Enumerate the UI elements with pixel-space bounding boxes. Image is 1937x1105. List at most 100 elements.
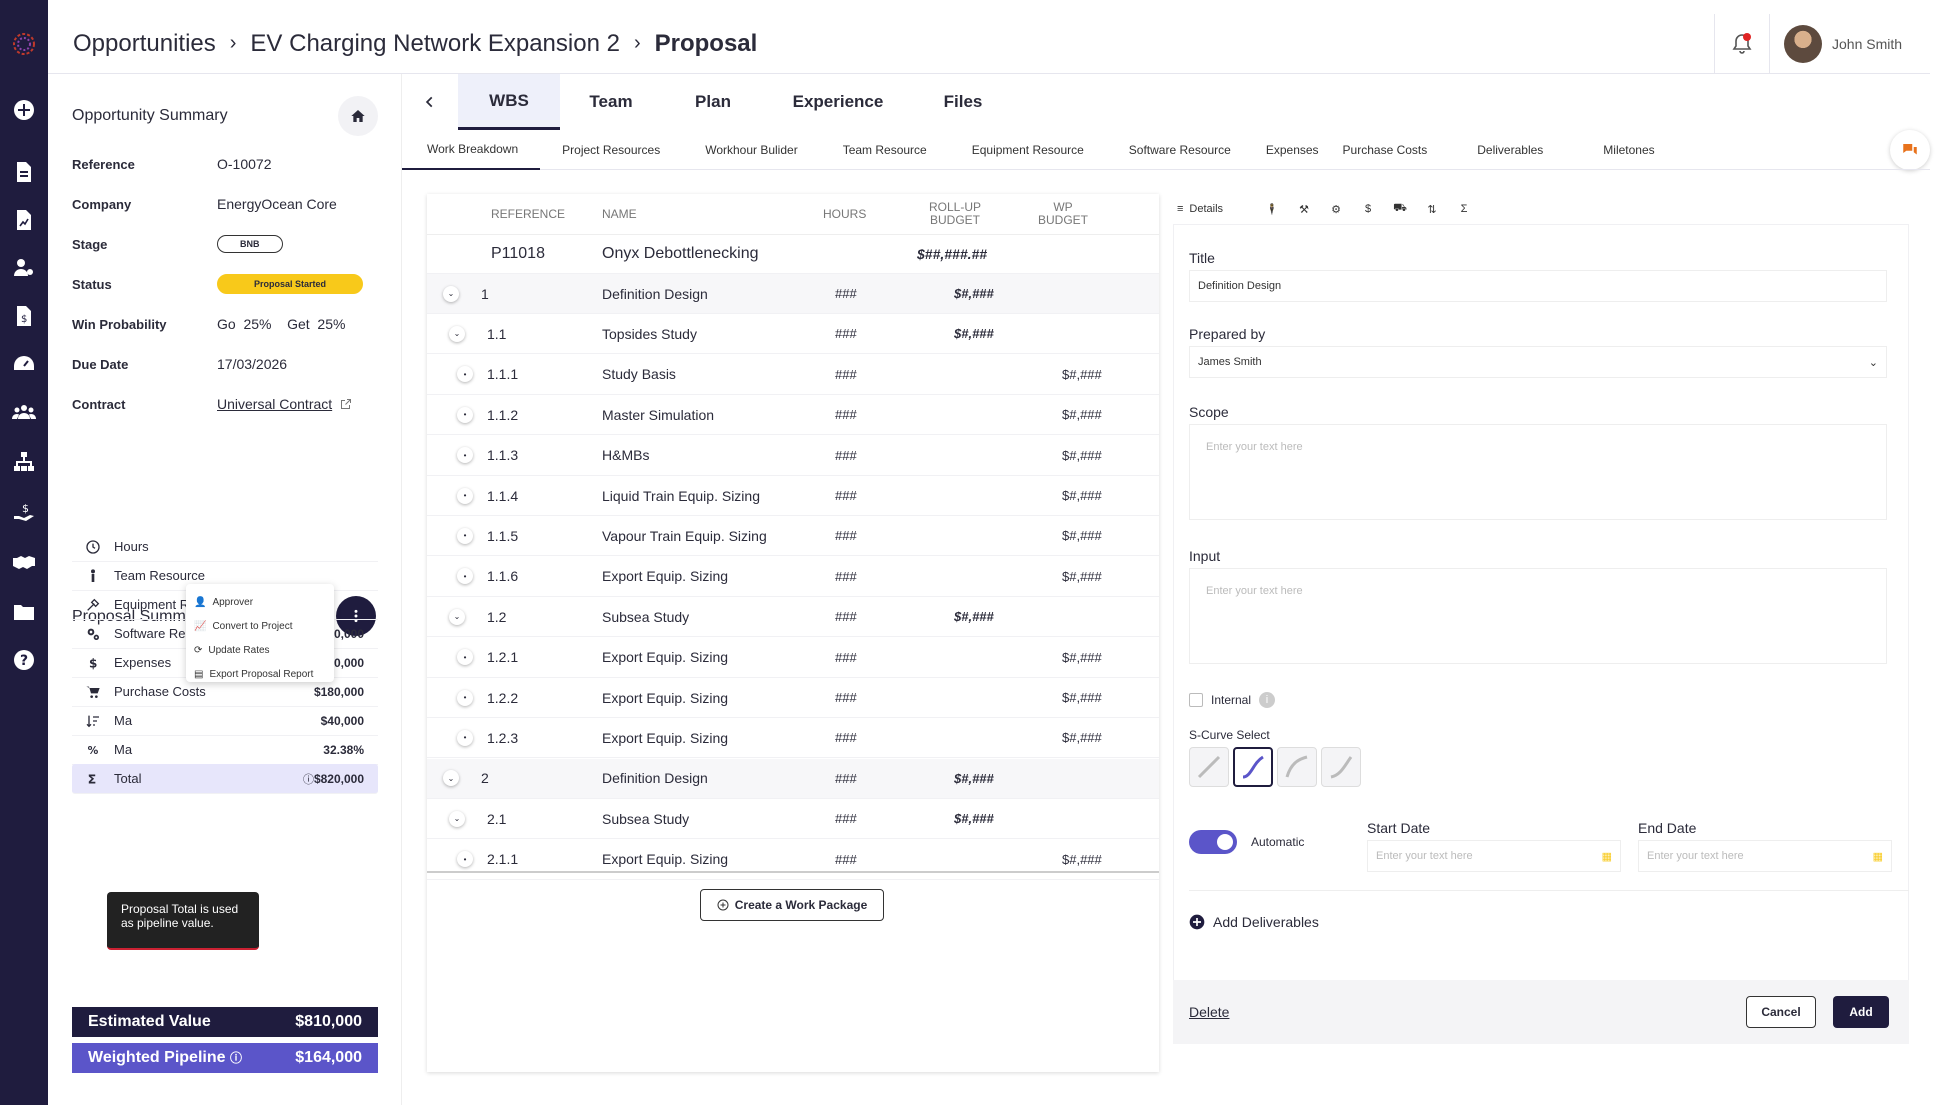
expand-toggle-icon[interactable]: ⌄ [449, 810, 465, 827]
automatic-toggle[interactable] [1189, 830, 1237, 854]
subtab-equipment-resource[interactable]: Equipment Resource [950, 130, 1107, 170]
table-row-project[interactable]: P11018 Onyx Debottlenecking $##,###.## [427, 234, 1159, 274]
table-row[interactable]: • 1.1.5 Vapour Train Equip. Sizing ### $#,##… [427, 516, 1159, 557]
menu-item-export[interactable]: ▤ Export Proposal Report [194, 662, 326, 686]
chart-document-icon[interactable] [8, 204, 40, 236]
table-row[interactable]: • 1.1.2 Master Simulation ### $#,### [427, 395, 1159, 436]
info-icon[interactable]: ⓘ [303, 771, 314, 787]
toolbar-sigma-icon[interactable]: Σ [1451, 194, 1477, 224]
table-row[interactable]: • 1.1.4 Liquid Train Equip. Sizing ### $#,##… [427, 476, 1159, 516]
prepared-by-select[interactable]: James Smith ⌄ [1189, 346, 1887, 378]
menu-item-approver[interactable]: 👤 Approver [194, 590, 326, 614]
home-button[interactable] [338, 96, 378, 136]
table-row[interactable]: • 1.2.3 Export Equip. Sizing ### $#,### [427, 718, 1159, 759]
tab-team[interactable]: Team [560, 74, 662, 130]
input-textarea[interactable]: Enter your text here [1189, 568, 1887, 664]
create-work-package-button[interactable]: Create a Work Package [700, 889, 884, 921]
toolbar-sort-icon[interactable]: ⇅ [1419, 194, 1445, 224]
calendar-icon[interactable]: ▦ [1602, 850, 1612, 863]
expand-toggle-icon[interactable]: ⌄ [443, 285, 459, 302]
internal-checkbox[interactable] [1189, 693, 1203, 707]
notification-bell-button[interactable] [1714, 14, 1770, 74]
table-row[interactable]: • 1.1.1 Study Basis ### $#,### [427, 355, 1159, 395]
back-button[interactable] [402, 74, 458, 130]
table-row[interactable]: ⌄ 2.1 Subsea Study ### $#,### [427, 799, 1159, 840]
expand-toggle-icon[interactable]: ⌄ [449, 325, 465, 342]
scurve-back-loaded[interactable] [1277, 747, 1317, 787]
expand-toggle-icon[interactable]: ⌄ [443, 770, 459, 787]
toolbar-tools-icon[interactable]: ⚒ [1291, 194, 1317, 224]
add-button[interactable]: Add [1833, 996, 1889, 1028]
add-icon[interactable] [8, 94, 40, 126]
cancel-button[interactable]: Cancel [1746, 996, 1816, 1028]
menu-item-update-rates[interactable]: ⟳ Update Rates [194, 638, 326, 662]
table-row[interactable]: • 1.1.6 Export Equip. Sizing ### $#,### [427, 557, 1159, 597]
cell-reference: 1.1.4 [487, 487, 519, 504]
toolbar-gear-icon[interactable]: ⚙ [1323, 194, 1349, 224]
help-icon[interactable]: ? [8, 644, 40, 676]
users-settings-icon[interactable] [8, 252, 40, 284]
cell-reference: 1.2.1 [487, 649, 519, 666]
end-date-input[interactable]: Enter your text here ▦ [1638, 840, 1892, 872]
toolbar-person-icon[interactable]: 🕴 [1259, 194, 1285, 224]
details-tab-label: Details [1189, 203, 1224, 215]
dashboard-icon[interactable] [8, 348, 40, 380]
details-tab[interactable]: ≡ Details [1177, 194, 1243, 224]
subtab-work-breakdown[interactable]: Work Breakdown [402, 130, 541, 170]
document-icon[interactable] [8, 156, 40, 188]
external-link-icon[interactable] [340, 398, 352, 410]
subtab-purchase-costs[interactable]: Purchase Costs [1331, 130, 1466, 170]
end-date-placeholder: Enter your text here [1647, 850, 1744, 862]
table-row[interactable]: • 1.2.2 Export Equip. Sizing ### $#,### [427, 678, 1159, 718]
menu-item-convert[interactable]: 📈 Convert to Project [194, 614, 326, 638]
svg-text:Σ: Σ [88, 771, 97, 786]
subtab-software-resource[interactable]: Software Resource [1107, 130, 1254, 170]
breadcrumb-opportunities[interactable]: Opportunities [73, 30, 216, 58]
tab-files[interactable]: Files [912, 74, 1014, 130]
tab-wbs[interactable]: WBS [458, 74, 560, 130]
info-icon[interactable]: ⓘ [230, 1051, 242, 1065]
table-row[interactable]: ⌄ 1.2 Subsea Study ### $#,### [427, 597, 1159, 638]
info-icon[interactable]: i [1259, 692, 1276, 708]
table-row[interactable]: • 1.2.1 Export Equip. Sizing ### $#,### [427, 638, 1159, 678]
subtab-deliverables[interactable]: Deliverables [1465, 130, 1591, 170]
scurve-front-loaded[interactable] [1321, 747, 1361, 787]
toolbar-cart-icon[interactable]: ⛟ [1387, 194, 1413, 224]
hierarchy-icon[interactable] [8, 446, 40, 478]
cell-name: Liquid Train Equip. Sizing [602, 487, 760, 504]
scope-textarea[interactable]: Enter your text here [1189, 424, 1887, 520]
start-date-input[interactable]: Enter your text here ▦ [1367, 840, 1621, 872]
table-row[interactable]: ⌄ 1.1 Topsides Study ### $#,### [427, 314, 1159, 355]
contract-link[interactable]: Universal Contract [217, 396, 332, 412]
subtab-milestones[interactable]: Miletones [1591, 130, 1666, 170]
delete-link[interactable]: Delete [1189, 1004, 1229, 1020]
folder-icon[interactable] [8, 596, 40, 628]
calendar-icon[interactable]: ▦ [1873, 850, 1883, 863]
title-input[interactable]: Definition Design [1189, 270, 1887, 302]
money-hand-icon[interactable]: $ [8, 496, 40, 528]
scurve-linear[interactable] [1189, 747, 1229, 787]
table-row[interactable]: ⌄ 2 Definition Design ### $#,### [427, 758, 1159, 799]
input-label: Input [1189, 548, 1221, 564]
logo-icon[interactable] [8, 28, 40, 60]
expand-toggle-icon[interactable]: ⌄ [449, 608, 465, 625]
subtab-workhour-builder[interactable]: Workhour Bulider [683, 130, 820, 170]
handshake-icon[interactable] [8, 546, 40, 578]
scurve-s[interactable] [1233, 747, 1273, 787]
breadcrumb-opportunity[interactable]: EV Charging Network Expansion 2 [250, 30, 620, 58]
subtab-expenses[interactable]: Expenses [1254, 130, 1331, 170]
toolbar-dollar-icon[interactable]: $ [1355, 194, 1381, 224]
tab-experience[interactable]: Experience [764, 74, 912, 130]
col-wp: WP BUDGET [1037, 200, 1088, 227]
team-icon[interactable] [8, 396, 40, 428]
invoice-icon[interactable]: $ [8, 300, 40, 332]
add-deliverables-button[interactable]: Add Deliverables [1189, 914, 1319, 930]
subtab-team-resource[interactable]: Team Resource [821, 130, 950, 170]
table-row[interactable]: • 2.1.1 Export Equip. Sizing ### $#,### [427, 840, 1159, 880]
get-value: 25% [317, 316, 346, 332]
table-row[interactable]: ⌄ 1 Definition Design ### $#,### [427, 274, 1159, 314]
tab-plan[interactable]: Plan [662, 74, 764, 130]
user-menu[interactable]: John Smith [1770, 14, 1930, 74]
table-row[interactable]: • 1.1.3 H&MBs ### $#,### [427, 436, 1159, 476]
subtab-project-resources[interactable]: Project Resources [540, 130, 683, 170]
